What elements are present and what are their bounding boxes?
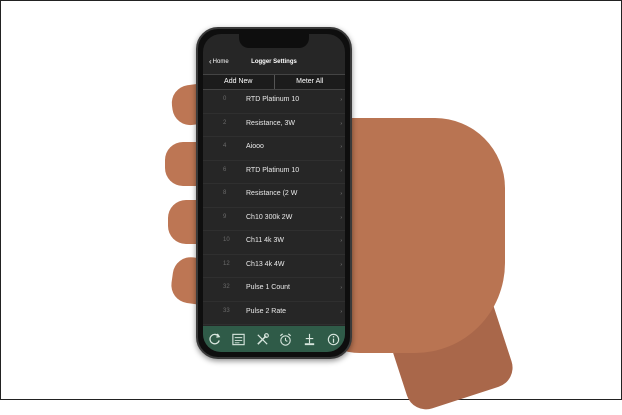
tab-refresh[interactable] [206,330,224,348]
channel-label: Ch10 300k 2W [246,213,293,221]
tab-alarm[interactable] [277,330,295,348]
channel-label: Ch13 4k 4W [246,260,285,268]
channel-number: 6 [223,166,227,173]
panel-icon [232,333,245,345]
chevron-right-icon: › [340,97,342,103]
channel-number: 10 [223,237,230,243]
channel-number: 9 [223,213,227,220]
channel-number: 33 [223,307,230,314]
page-title: Logger Settings [251,59,297,65]
phone: ‹ Home Logger Settings Add New Meter All… [196,27,352,359]
channel-row[interactable]: 0 RTD Platinum 10 › [203,90,345,114]
chevron-right-icon: › [340,144,342,150]
channel-row[interactable]: 10 Ch11 4k 3W › [203,231,345,255]
chevron-right-icon: › [340,120,342,127]
channel-row[interactable]: 2 Resistance, 3W › [203,114,345,137]
tab-antenna[interactable] [300,330,318,348]
channel-row[interactable]: 12 Ch13 4k 4W › [203,255,345,278]
channel-label: Pulse 1 Count [246,284,290,291]
channel-list: 0 RTD Platinum 10 › 2 Resistance, 3W › 4 Aiooo ›… [203,90,345,349]
channel-label: Resistance (2 W [246,190,298,197]
tab-tools[interactable] [253,330,271,348]
channel-number: 0 [223,96,227,102]
channel-row[interactable]: 8 Resistance (2 W › [203,184,345,208]
channel-label: Ch11 4k 3W [246,237,284,244]
channel-row[interactable]: 4 Aiooo › [203,137,345,161]
channel-label: Aiooo [246,143,264,150]
refresh-icon [209,333,221,344]
channel-label: Resistance, 3W [246,119,296,127]
channel-number: 8 [223,190,227,196]
chevron-right-icon: › [340,261,342,268]
alarm-clock-icon [280,332,292,346]
channel-label: RTD Platinum 10 [246,96,300,103]
chevron-right-icon: › [340,238,342,244]
phone-notch [239,34,309,48]
channel-number: 12 [223,260,230,267]
channel-row[interactable]: 33 Pulse 2 Rate › [203,302,345,325]
channel-number: 32 [223,284,230,290]
channel-label: Pulse 2 Rate [246,307,287,315]
chevron-right-icon: › [340,214,342,221]
chevron-right-icon: › [340,308,342,315]
chevron-right-icon: › [340,285,342,291]
tools-icon [256,332,269,345]
channel-label: RTD Platinum 10 [246,166,300,174]
channel-number: 2 [223,119,227,126]
chevron-right-icon: › [340,167,342,174]
tab-panel[interactable] [229,330,247,348]
channel-row[interactable]: 9 Ch10 300k 2W › [203,208,345,231]
action-bar: Add New Meter All [203,74,345,90]
nav-bar: ‹ Home Logger Settings [203,56,345,72]
info-icon [327,333,339,345]
antenna-icon [304,333,315,345]
add-new-button[interactable]: Add New [203,75,274,89]
channel-number: 4 [223,143,227,149]
tab-bar [203,326,345,352]
channel-row[interactable]: 6 RTD Platinum 10 › [203,161,345,184]
tab-info[interactable] [324,330,342,348]
meter-all-button[interactable]: Meter All [273,75,346,89]
phone-screen: ‹ Home Logger Settings Add New Meter All… [203,34,345,352]
chevron-right-icon: › [340,191,342,197]
channel-row[interactable]: 32 Pulse 1 Count › [203,278,345,302]
